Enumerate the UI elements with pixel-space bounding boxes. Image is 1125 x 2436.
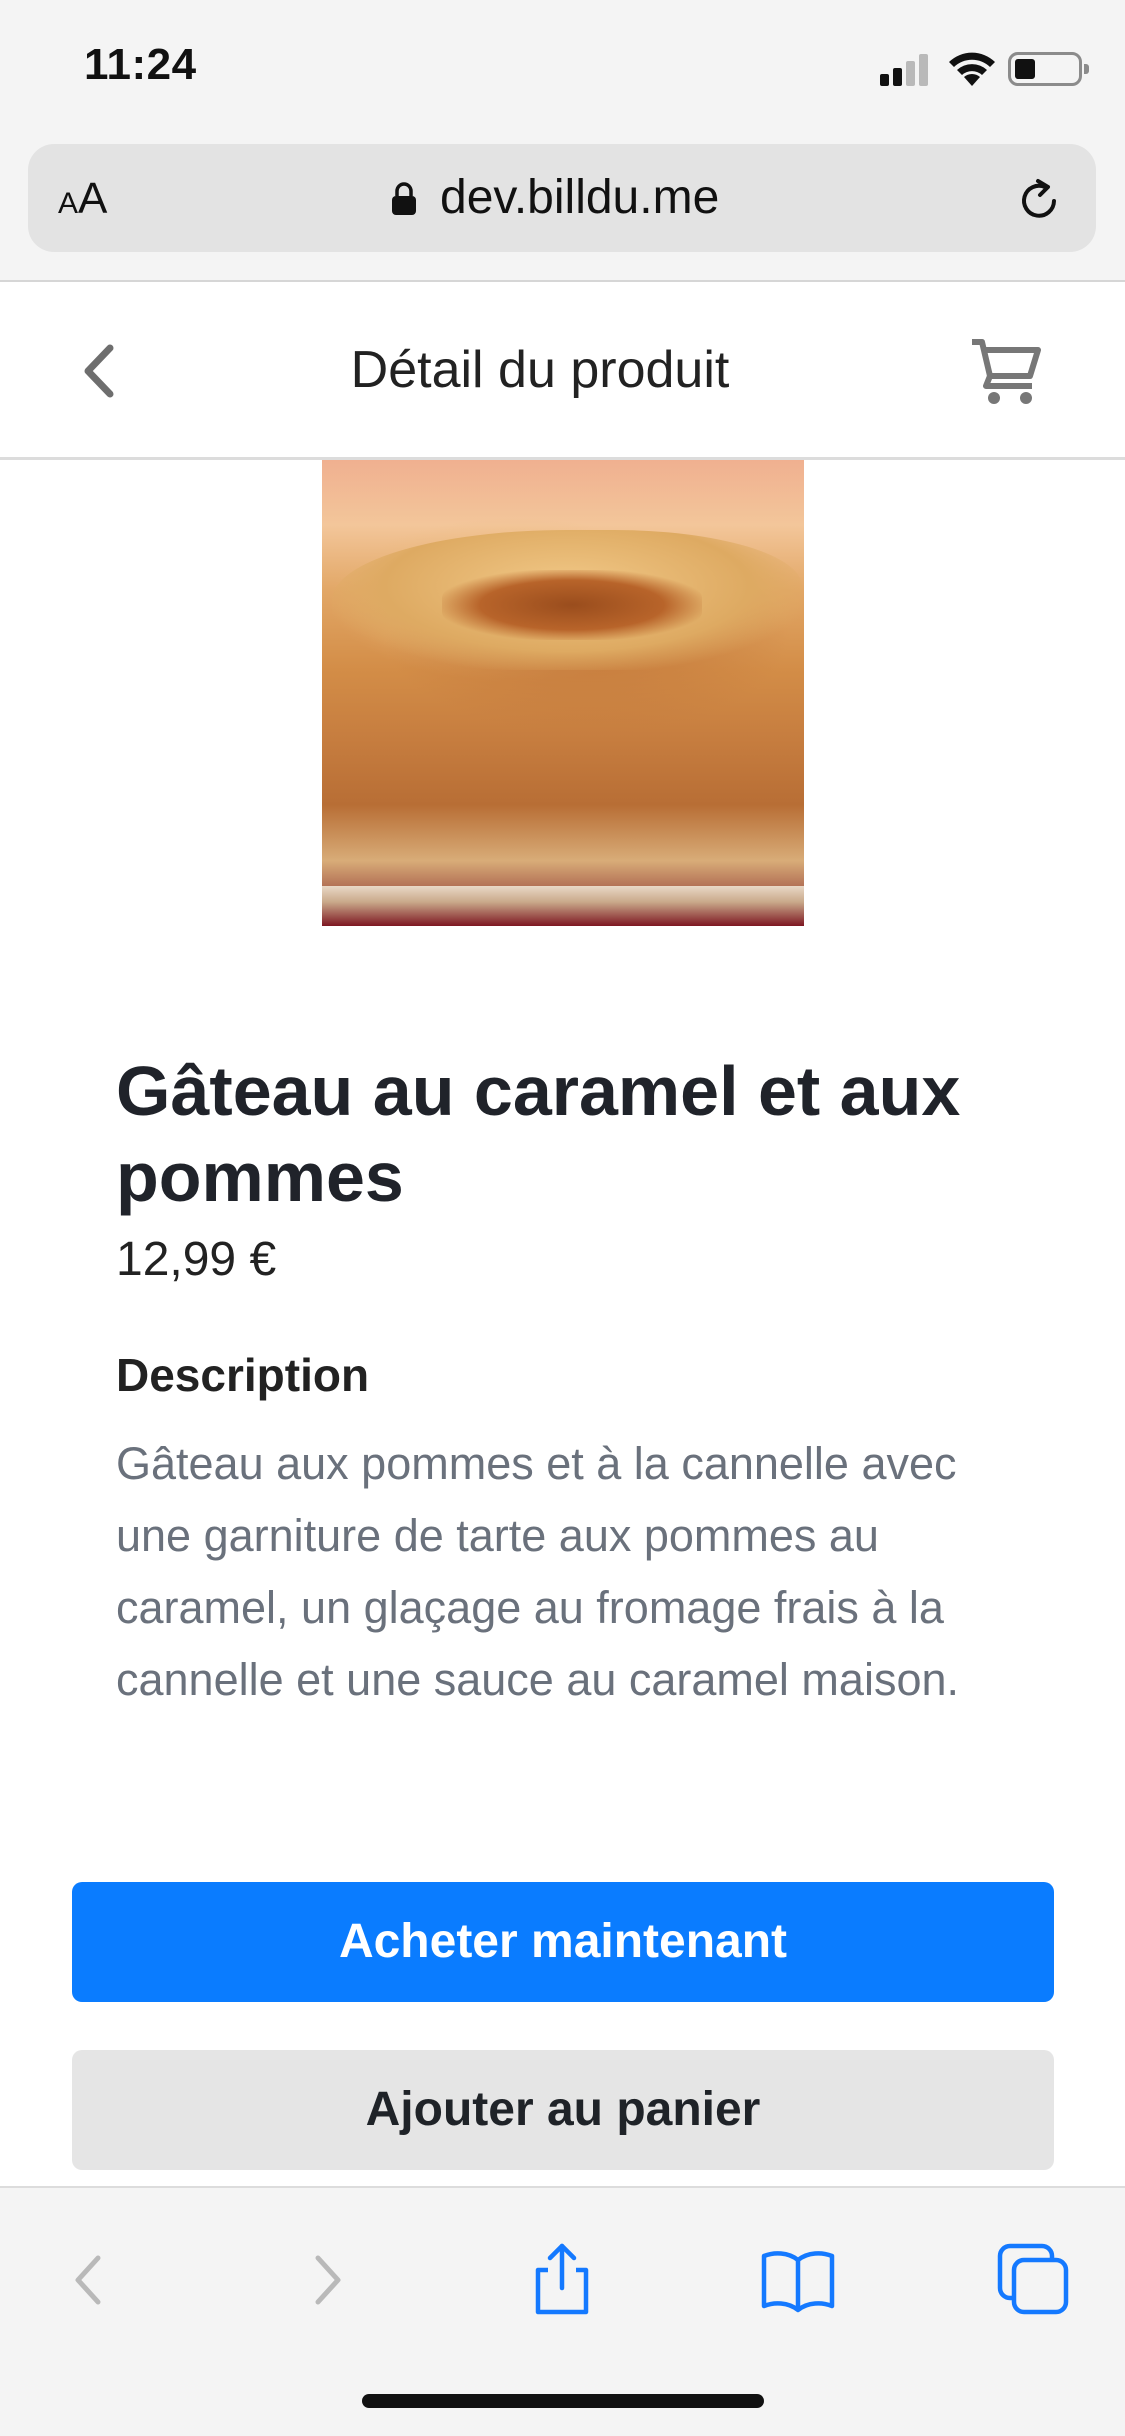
lock-icon: [392, 182, 416, 215]
status-bar: 11:24: [0, 0, 1125, 140]
product-price: 12,99 €: [116, 1233, 277, 1286]
address-bar[interactable]: AA dev.billdu.me: [28, 144, 1096, 252]
cart-icon: [972, 339, 1041, 404]
url-text[interactable]: dev.billdu.me: [440, 170, 719, 225]
product-title: Gâteau au caramel et aux pommes: [116, 1052, 961, 1216]
product-image: [322, 460, 804, 926]
reload-icon[interactable]: [1014, 176, 1064, 226]
status-time: 11:24: [84, 40, 197, 89]
forward-icon[interactable]: [288, 2240, 368, 2320]
text-size-button[interactable]: AA: [58, 174, 107, 224]
back-icon[interactable]: [48, 2240, 128, 2320]
description-heading: Description: [116, 1349, 370, 1401]
app-header: Détail du produit: [0, 284, 1125, 460]
battery-icon: [1008, 52, 1089, 86]
cart-button[interactable]: [970, 336, 1044, 406]
buy-now-button[interactable]: Acheter maintenant: [72, 1882, 1054, 2002]
page-title: Détail du produit: [350, 341, 730, 399]
product-description: Gâteau aux pommes et à la cannelle avec …: [116, 1438, 960, 1705]
add-to-cart-button[interactable]: Ajouter au panier: [72, 2050, 1054, 2170]
share-icon[interactable]: [522, 2240, 602, 2320]
wifi-icon: [949, 52, 995, 86]
home-indicator: [362, 2394, 764, 2408]
bookmarks-icon[interactable]: [758, 2240, 838, 2320]
browser-address-area: AA dev.billdu.me: [0, 140, 1125, 282]
tabs-icon[interactable]: [994, 2240, 1074, 2320]
cellular-signal-icon: [880, 52, 932, 86]
